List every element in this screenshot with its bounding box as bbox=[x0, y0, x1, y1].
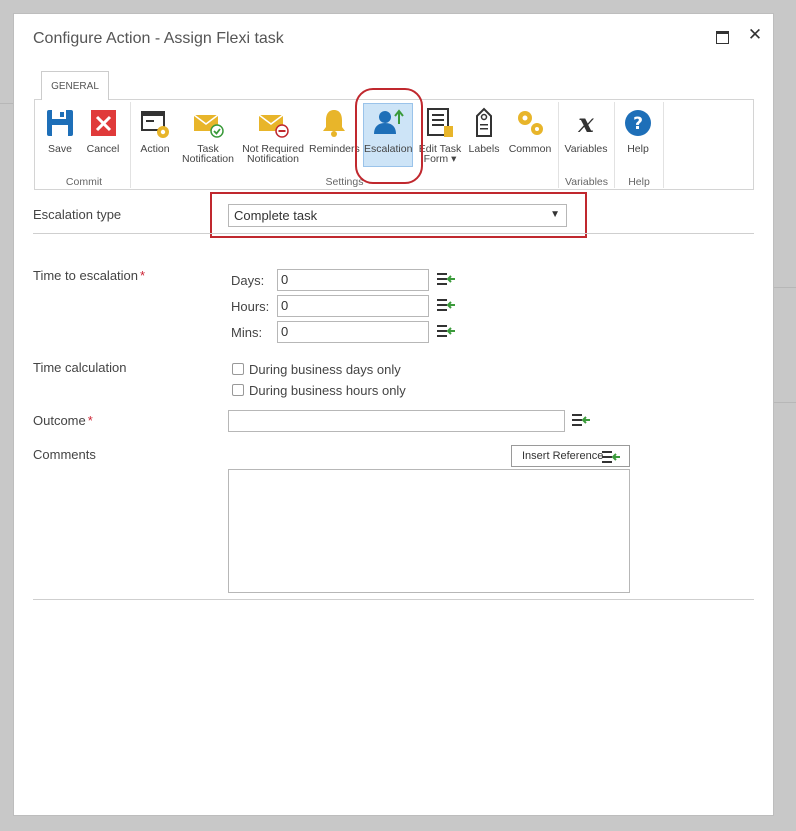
escalation-type-value: Complete task bbox=[234, 208, 318, 223]
outcome-label: Outcome * bbox=[33, 413, 93, 428]
divider bbox=[33, 599, 754, 600]
x-variable-icon: x bbox=[577, 109, 594, 139]
required-marker: * bbox=[87, 413, 93, 428]
not-required-notification-button[interactable]: Not Required Notification bbox=[241, 106, 305, 164]
insert-reference-icon bbox=[602, 451, 620, 463]
cancel-label: Cancel bbox=[86, 143, 120, 155]
not-required-label-2: Notification bbox=[247, 153, 299, 165]
outcome-input[interactable] bbox=[228, 410, 565, 432]
svg-text:x: x bbox=[577, 109, 594, 139]
common-button[interactable]: Common bbox=[505, 106, 555, 164]
help-button[interactable]: ? Help bbox=[620, 106, 656, 164]
business-hours-text: During business hours only bbox=[249, 383, 406, 398]
task-notification-button[interactable]: Task Notification bbox=[180, 106, 236, 164]
envelope-check-icon bbox=[193, 114, 224, 138]
group-separator bbox=[663, 102, 664, 188]
business-hours-checkbox[interactable]: During business hours only bbox=[232, 383, 406, 398]
checkbox-box[interactable] bbox=[232, 363, 244, 375]
person-up-arrow-icon bbox=[374, 109, 404, 134]
edit-task-form-label-2: Form ▾ bbox=[423, 153, 457, 165]
insert-reference-icon[interactable] bbox=[437, 272, 455, 286]
days-input[interactable]: 0 bbox=[277, 269, 429, 291]
business-days-text: During business days only bbox=[249, 362, 401, 377]
divider bbox=[33, 233, 754, 234]
mins-input[interactable]: 0 bbox=[277, 321, 429, 343]
reminders-label: Reminders bbox=[309, 143, 360, 155]
edit-task-form-button[interactable]: Edit Task Form ▾ bbox=[417, 106, 463, 164]
cancel-button[interactable]: Cancel bbox=[83, 106, 123, 164]
task-notification-label-2: Notification bbox=[182, 153, 234, 165]
help-circle-icon: ? bbox=[625, 110, 651, 136]
action-button[interactable]: Action bbox=[136, 106, 174, 164]
insert-reference-icon[interactable] bbox=[437, 298, 455, 312]
insert-reference-icon[interactable] bbox=[572, 413, 590, 427]
red-x-icon bbox=[91, 110, 116, 136]
group-label-help: Help bbox=[628, 176, 650, 188]
svg-text:?: ? bbox=[633, 114, 643, 134]
time-to-escalation-label: Time to escalation * bbox=[33, 268, 145, 283]
reminders-button[interactable]: Reminders bbox=[309, 106, 360, 164]
bell-icon bbox=[323, 110, 345, 137]
insert-reference-icon[interactable] bbox=[437, 324, 455, 338]
maximize-icon[interactable] bbox=[714, 28, 730, 44]
configure-action-dialog: Configure Action - Assign Flexi task ✕ G… bbox=[13, 13, 774, 816]
checkbox-box[interactable] bbox=[232, 384, 244, 396]
mins-label: Mins: bbox=[231, 325, 263, 340]
escalation-button[interactable]: Escalation bbox=[363, 103, 413, 167]
save-button[interactable]: Save bbox=[41, 106, 79, 164]
dropdown-arrow-icon: ▼ bbox=[550, 209, 560, 220]
insert-reference-label: Insert Reference bbox=[522, 450, 604, 462]
required-marker: * bbox=[140, 268, 146, 283]
labels-label: Labels bbox=[468, 143, 500, 155]
escalation-label: Escalation bbox=[364, 143, 413, 155]
days-label: Days: bbox=[231, 273, 265, 288]
window-gear-icon bbox=[141, 111, 169, 138]
gears-icon bbox=[518, 111, 543, 135]
comments-textarea[interactable] bbox=[228, 469, 630, 593]
escalation-type-label: Escalation type bbox=[33, 207, 122, 222]
group-label-variables: Variables bbox=[565, 176, 608, 188]
outcome-text: Outcome bbox=[33, 413, 86, 428]
save-label: Save bbox=[48, 143, 72, 155]
tag-icon bbox=[476, 107, 492, 137]
time-calculation-label: Time calculation bbox=[33, 360, 127, 375]
action-label: Action bbox=[140, 143, 170, 155]
labels-button[interactable]: Labels bbox=[466, 106, 502, 164]
comments-label: Comments bbox=[33, 447, 96, 462]
escalation-type-select[interactable]: Complete task ▼ bbox=[228, 204, 567, 227]
envelope-minus-icon bbox=[258, 114, 289, 138]
insert-reference-button[interactable]: Insert Reference bbox=[511, 445, 630, 467]
group-label-settings: Settings bbox=[325, 176, 364, 188]
common-label: Common bbox=[508, 143, 552, 155]
floppy-disk-icon bbox=[47, 110, 73, 136]
ribbon: Save Cancel Action Task Notification Not… bbox=[34, 99, 754, 190]
close-icon[interactable]: ✕ bbox=[747, 26, 763, 44]
tab-general[interactable]: GENERAL bbox=[41, 71, 109, 100]
business-days-checkbox[interactable]: During business days only bbox=[232, 362, 401, 377]
hours-label: Hours: bbox=[231, 299, 270, 314]
hours-input[interactable]: 0 bbox=[277, 295, 429, 317]
group-label-commit: Commit bbox=[65, 176, 103, 188]
variables-button[interactable]: x Variables bbox=[562, 106, 610, 164]
dialog-title: Configure Action - Assign Flexi task bbox=[33, 30, 284, 47]
help-label: Help bbox=[627, 143, 649, 155]
variables-label: Variables bbox=[564, 143, 608, 155]
time-to-escalation-text: Time to escalation bbox=[33, 268, 139, 283]
form-edit-icon bbox=[427, 108, 453, 137]
